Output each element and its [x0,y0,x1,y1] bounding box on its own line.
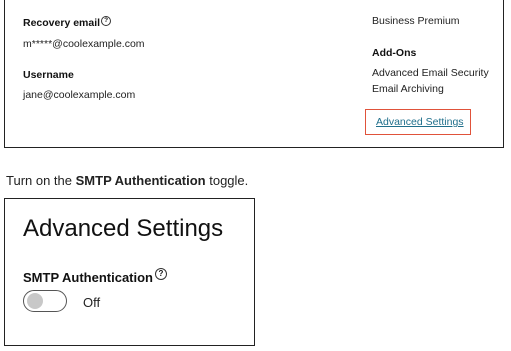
smtp-auth-toggle[interactable] [23,290,67,312]
toggle-state-label: Off [83,295,101,310]
smtp-auth-label: SMTP Authentication [23,270,153,285]
recovery-email-label-row: Recovery email? [23,16,112,29]
instruction-text: Turn on the SMTP Authentication toggle. [6,173,248,188]
addon-item: Email Archiving [372,83,444,95]
instruction-suffix: toggle. [205,173,249,188]
recovery-email-label: Recovery email [23,17,101,29]
username-label: Username [23,69,74,81]
plan-name: Business Premium [372,15,460,27]
account-panel: Recovery email? m*****@coolexample.com U… [4,0,504,148]
advanced-settings-panel: Advanced Settings SMTP Authentication? O… [4,198,255,346]
question-circle-icon[interactable]: ? [155,268,167,280]
instruction-prefix: Turn on the [6,173,76,188]
recovery-email-value: m*****@coolexample.com [23,38,145,50]
addon-item: Advanced Email Security [372,67,489,79]
smtp-auth-label-row: SMTP Authentication? [23,268,167,285]
page-title: Advanced Settings [23,215,224,242]
addons-label: Add-Ons [372,47,417,59]
advanced-settings-highlight: Advanced Settings [365,109,471,135]
advanced-settings-link[interactable]: Advanced Settings [376,116,464,128]
instruction-emphasis: SMTP Authentication [75,173,206,188]
username-value: jane@coolexample.com [23,89,136,101]
toggle-knob [27,293,43,309]
question-circle-icon[interactable]: ? [101,16,112,26]
